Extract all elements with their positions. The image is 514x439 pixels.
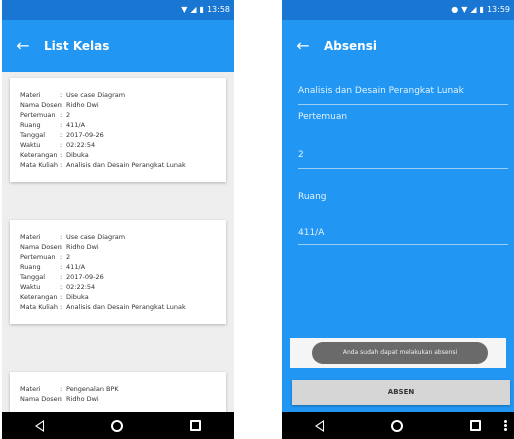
absen-button[interactable]: ABSEN — [292, 380, 510, 405]
label-matkul: Mata Kuliah — [20, 161, 58, 169]
value-dosen: Ridho Dwi — [66, 395, 99, 403]
back-arrow-icon[interactable]: ← — [2, 20, 44, 72]
status-time: 13:59 — [486, 5, 510, 14]
pertemuan-label: Pertemuan — [298, 112, 348, 122]
divider — [298, 168, 508, 169]
list-kelas-screen: ▼ ◢ ▮ 13:58 ← List Kelas Materi: Use case… — [2, 0, 234, 439]
value-tanggal: 2017-09-26 — [66, 273, 104, 281]
value-matkul: Analisis dan Desain Perangkat Lunak — [66, 161, 186, 169]
page-title: Absensi — [324, 39, 377, 53]
absensi-screen: ● ▼ ◢ ▮ 13:59 ← Absensi Analisis dan Des… — [282, 0, 514, 439]
toast-message: Anda sudah dapat melakukan absensi — [312, 342, 488, 364]
label-keterangan: Keterangan — [20, 151, 58, 159]
label-pertemuan: Pertemuan — [20, 111, 56, 119]
overflow-menu-icon[interactable] — [504, 420, 508, 432]
value-dosen: Ridho Dwi — [66, 101, 99, 109]
label-waktu: Waktu — [20, 141, 41, 149]
battery-icon: ▮ — [479, 5, 484, 14]
ruang-label: Ruang — [298, 192, 327, 202]
nav-bar — [2, 412, 234, 439]
value-waktu: 02:22:54 — [66, 283, 96, 291]
value-materi: Use case Diagram — [66, 91, 126, 99]
page-title: List Kelas — [44, 39, 110, 53]
value-tanggal: 2017-09-26 — [66, 131, 104, 139]
nav-home-icon[interactable] — [390, 419, 403, 432]
nav-home-icon[interactable] — [110, 419, 123, 432]
nav-bar — [282, 412, 514, 439]
app-bar: ← List Kelas — [2, 20, 234, 72]
value-materi: Pengenalan BPK — [66, 385, 119, 393]
nav-back-icon[interactable] — [315, 419, 325, 432]
value-materi: Use case Diagram — [66, 233, 126, 241]
class-list[interactable]: Materi: Use case Diagram Nama Dosen: Ridho… — [2, 72, 234, 412]
status-bar: ▼ ◢ ▮ 13:58 — [2, 0, 234, 20]
value-ruang: 411/A — [66, 263, 86, 271]
battery-icon: ▮ — [199, 5, 204, 14]
wifi-icon: ▼ — [181, 5, 188, 14]
status-time: 13:58 — [206, 5, 230, 14]
value-matkul: Analisis dan Desain Perangkat Lunak — [66, 303, 186, 311]
value-dosen: Ridho Dwi — [66, 243, 99, 251]
app-bar: ← Absensi — [282, 20, 514, 72]
pertemuan-field[interactable]: 2 — [298, 150, 508, 160]
signal-icon: ◢ — [190, 5, 197, 14]
class-card[interactable]: Materi: Use case Diagram Nama Dosen: Ridho… — [10, 78, 226, 182]
value-pertemuan: 2 — [66, 111, 71, 119]
ruang-field[interactable]: 411/A — [298, 228, 508, 238]
back-arrow-icon[interactable]: ← — [282, 20, 324, 72]
label-dosen: Nama Dosen — [20, 101, 62, 109]
alarm-icon: ● — [451, 5, 459, 14]
class-card[interactable]: Materi: Pengenalan BPK Nama Dosen: Ridho D… — [10, 372, 226, 412]
nav-back-icon[interactable] — [35, 419, 45, 432]
nav-recent-apps-icon[interactable] — [189, 420, 201, 431]
divider — [298, 104, 508, 105]
wifi-icon: ▼ — [461, 5, 468, 14]
value-keterangan: Dibuka — [66, 151, 89, 159]
class-card[interactable]: Materi: Use case Diagram Nama Dosen: Ridho… — [10, 220, 226, 324]
label-materi: Materi — [20, 91, 41, 99]
label-tanggal: Tanggal — [20, 131, 46, 139]
value-keterangan: Dibuka — [66, 293, 89, 301]
signal-icon: ◢ — [470, 5, 477, 14]
divider — [298, 244, 508, 245]
mata-kuliah-field[interactable]: Analisis dan Desain Perangkat Lunak — [298, 86, 508, 96]
status-bar: ● ▼ ◢ ▮ 13:59 — [282, 0, 514, 20]
label-ruang: Ruang — [20, 121, 41, 129]
value-ruang: 411/A — [66, 121, 86, 129]
value-waktu: 02:22:54 — [66, 141, 96, 149]
value-pertemuan: 2 — [66, 253, 71, 261]
nav-recent-apps-icon[interactable] — [469, 420, 481, 431]
